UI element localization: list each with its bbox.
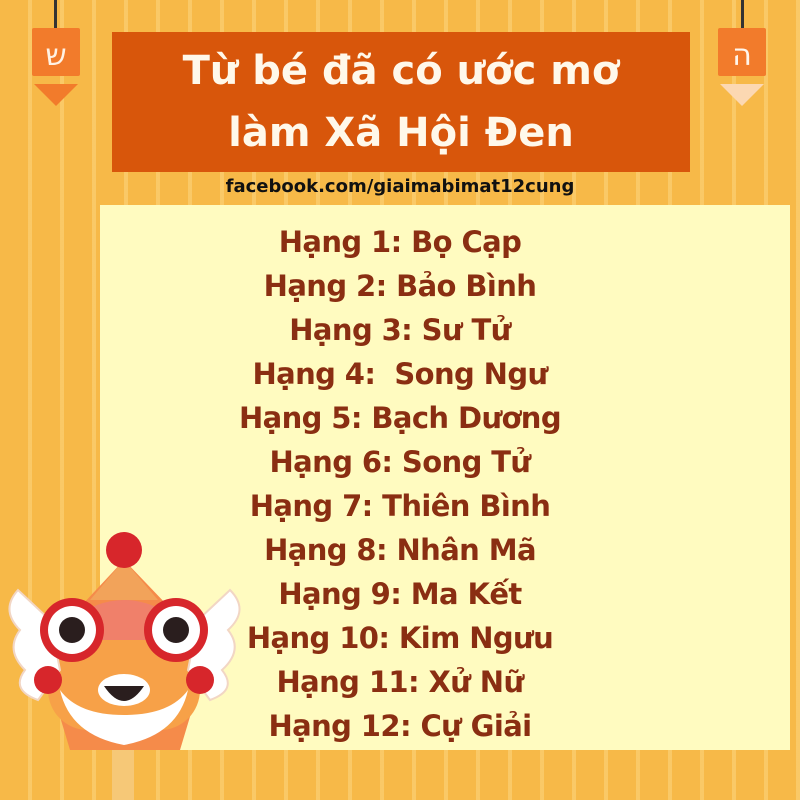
ranking-item: Hạng 2: Bảo Bình	[263, 269, 537, 303]
ranking-item: Hạng 11: Xử Nữ	[276, 665, 524, 699]
ranking-item: Hạng 9: Ma Kết	[278, 577, 522, 611]
right-banner-string	[741, 0, 744, 30]
left-banner-string	[54, 0, 57, 30]
ranking-item: Hạng 4: Song Ngư	[252, 357, 548, 391]
ranking-item: Hạng 3: Sư Tử	[289, 313, 511, 347]
ranking-item: Hạng 8: Nhân Mã	[264, 533, 536, 567]
left-banner-glyph: ש	[45, 38, 67, 73]
left-banner-icon: ש	[32, 28, 80, 108]
ranking-item: Hạng 1: Bọ Cạp	[278, 225, 522, 259]
right-banner-glyph: ה	[732, 38, 752, 73]
ranking-item: Hạng 12: Cự Giải	[268, 709, 532, 743]
right-banner-icon: ה	[718, 28, 766, 108]
ranking-item: Hạng 5: Bạch Dương	[238, 401, 562, 435]
ranking-list: Hạng 1: Bọ Cạp Hạng 2: Bảo Bình Hạng 3: …	[100, 220, 700, 748]
ranking-item: Hạng 6: Song Tử	[269, 445, 532, 479]
ranking-item: Hạng 10: Kim Ngưu	[246, 621, 554, 655]
facebook-link-text: facebook.com/giaimabimat12cung	[225, 176, 575, 197]
title-line-2: làm Xã Hội Đen	[228, 110, 574, 156]
title-box: Từ bé đã có ước mơ làm Xã Hội Đen	[112, 32, 690, 172]
title-line-1: Từ bé đã có ước mơ	[182, 48, 620, 94]
ranking-item: Hạng 7: Thiên Bình	[249, 489, 551, 523]
